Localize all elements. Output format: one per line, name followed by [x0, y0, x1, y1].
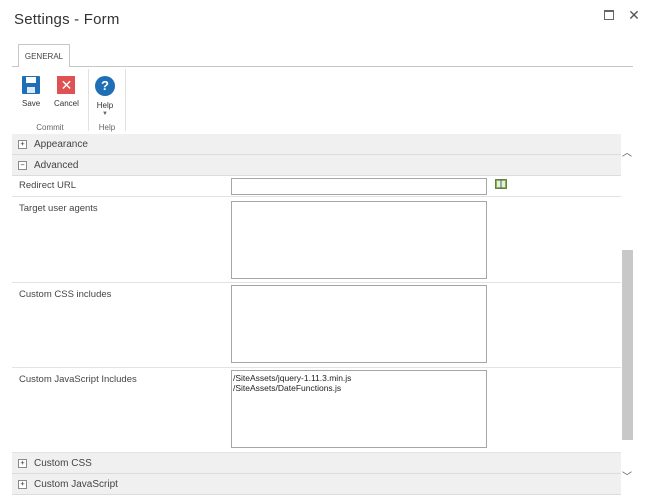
- expand-icon[interactable]: +: [18, 458, 27, 468]
- custom-js-includes-label: Custom JavaScript Includes: [19, 374, 137, 385]
- redirect-url-label: Redirect URL: [19, 180, 77, 191]
- target-user-agents-label: Target user agents: [19, 203, 98, 214]
- vertical-scrollbar[interactable]: ︿ ﹀: [621, 134, 633, 495]
- section-custom-javascript[interactable]: + Custom JavaScript: [12, 474, 621, 495]
- section-custom-css-label: Custom CSS: [34, 457, 92, 469]
- custom-css-includes-label: Custom CSS includes: [19, 289, 112, 300]
- form-content: + Appearance − Advanced Redirect URL Tar…: [12, 134, 621, 495]
- save-icon: [22, 76, 41, 94]
- section-advanced-label: Advanced: [34, 159, 79, 171]
- cancel-label: Cancel: [54, 99, 79, 108]
- section-appearance-label: Appearance: [34, 138, 88, 150]
- save-label: Save: [22, 99, 41, 108]
- section-advanced[interactable]: − Advanced: [12, 155, 621, 176]
- redirect-url-input[interactable]: [231, 178, 487, 195]
- ribbon-group-help: ? Help ▼ Help: [89, 67, 125, 134]
- custom-js-includes-input[interactable]: [231, 370, 487, 448]
- chevron-down-icon: ▼: [102, 111, 108, 117]
- save-button[interactable]: Save: [22, 76, 40, 108]
- help-button[interactable]: ? Help ▼: [95, 76, 115, 117]
- ribbon-divider: [125, 69, 126, 131]
- commit-group-label: Commit: [36, 123, 64, 132]
- collapse-icon[interactable]: −: [18, 160, 27, 170]
- dialog-title: Settings - Form: [14, 11, 120, 28]
- expand-icon[interactable]: +: [18, 139, 27, 149]
- help-icon: ?: [95, 76, 115, 96]
- scroll-up-icon[interactable]: ︿: [621, 144, 633, 159]
- help-group-label: Help: [98, 123, 116, 132]
- section-custom-javascript-label: Custom JavaScript: [34, 478, 118, 490]
- custom-css-includes-input[interactable]: [231, 285, 487, 363]
- ribbon: Save ✕ Cancel Commit ? Help ▼ Help: [12, 66, 633, 135]
- scroll-down-icon[interactable]: ﹀: [621, 468, 633, 483]
- close-icon: ✕: [628, 6, 640, 23]
- cancel-icon: ✕: [57, 76, 76, 94]
- help-label: Help: [96, 101, 114, 110]
- cancel-button[interactable]: ✕ Cancel: [54, 76, 79, 108]
- maximize-button[interactable]: [600, 6, 618, 24]
- section-custom-css[interactable]: + Custom CSS: [12, 453, 621, 474]
- scrollbar-thumb[interactable]: [622, 250, 633, 440]
- tab-general[interactable]: GENERAL: [18, 44, 70, 67]
- target-user-agents-input[interactable]: [231, 201, 487, 279]
- expand-icon[interactable]: +: [18, 479, 27, 489]
- section-appearance[interactable]: + Appearance: [12, 134, 621, 155]
- ribbon-group-commit: Save ✕ Cancel Commit: [12, 67, 88, 134]
- address-book-icon[interactable]: [495, 179, 507, 189]
- close-button[interactable]: ✕: [625, 6, 643, 24]
- maximize-icon: [604, 10, 614, 20]
